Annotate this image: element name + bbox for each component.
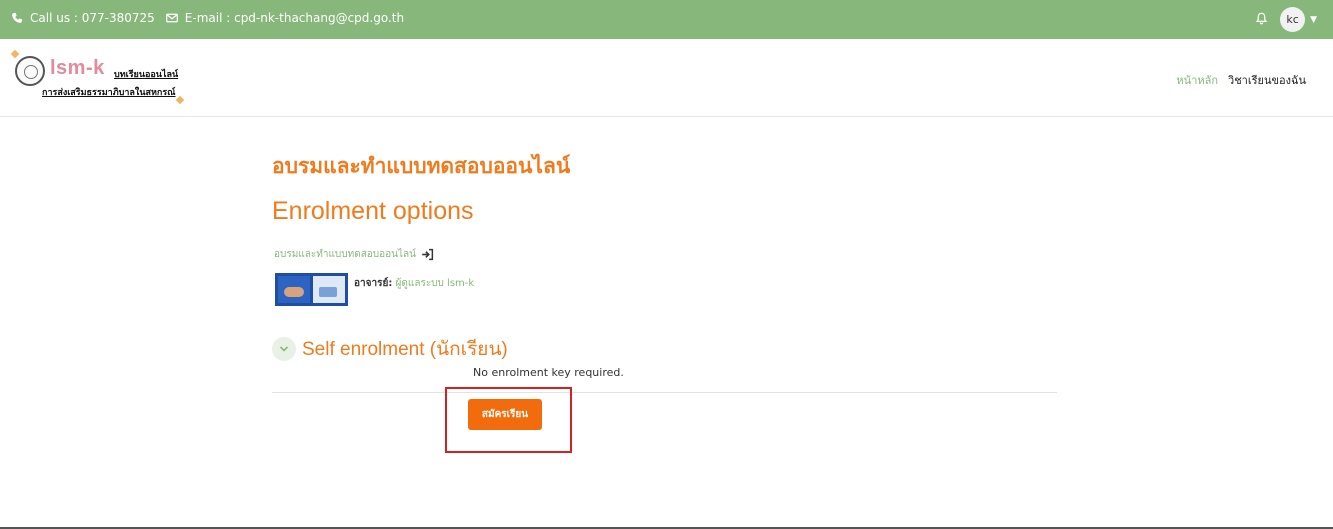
teacher-label: อาจารย์:	[354, 278, 393, 289]
logo-tagline: การส่งเสริมธรรมาภิบาลในสหกรณ์	[42, 88, 176, 98]
course-link[interactable]: อบรมและทำแบบทดสอบออนไลน์	[274, 247, 434, 262]
chevron-down-icon[interactable]: ▼	[1310, 15, 1317, 25]
site-logo[interactable]: lsm-k บทเรียนออนไลน์ การส่งเสริมธรรมาภิบ…	[10, 49, 192, 106]
nav-my-courses[interactable]: วิชาเรียนของฉัน	[1228, 71, 1306, 89]
course-link-label[interactable]: อบรมและทำแบบทดสอบออนไลน์	[274, 247, 416, 262]
sparkle-icon	[175, 95, 185, 105]
chevron-down-icon[interactable]	[272, 337, 296, 361]
course-title: อบรมและทำแบบทดสอบออนไลน์	[272, 154, 571, 178]
sparkle-icon	[10, 49, 20, 59]
envelope-icon	[165, 11, 179, 25]
divider	[272, 392, 1057, 393]
phone-icon	[10, 11, 24, 25]
user-menu-area: kc ▼	[1255, 7, 1317, 32]
logo-brand: lsm-k	[50, 57, 105, 79]
bell-icon[interactable]	[1255, 12, 1268, 28]
site-header: lsm-k บทเรียนออนไลน์ การส่งเสริมธรรมาภิบ…	[0, 39, 1333, 117]
user-avatar[interactable]: kc	[1280, 7, 1306, 32]
self-enrolment-header: Self enrolment (นักเรียน)	[272, 334, 508, 364]
section-title: Self enrolment (นักเรียน)	[302, 339, 508, 360]
course-teacher: อาจารย์: ผู้ดูแลระบบ lsm-k	[354, 276, 474, 291]
page-title: Enrolment options	[272, 197, 474, 225]
contact-info: Call us : 077-380725 E-mail : cpd-nk-tha…	[10, 11, 404, 25]
nav-home[interactable]: หน้าหลัก	[1176, 71, 1218, 89]
top-contact-bar: Call us : 077-380725 E-mail : cpd-nk-tha…	[0, 0, 1333, 39]
email-text: E-mail : cpd-nk-thachang@cpd.go.th	[184, 11, 405, 25]
main-nav: หน้าหลัก วิชาเรียนของฉัน	[1176, 71, 1306, 89]
no-key-notice: No enrolment key required.	[473, 366, 624, 379]
logo-subtitle: บทเรียนออนไลน์	[114, 70, 179, 80]
teacher-name-link[interactable]: ผู้ดูแลระบบ lsm-k	[396, 278, 475, 289]
highlight-box	[445, 387, 572, 453]
course-image	[275, 273, 348, 306]
sign-in-icon	[421, 248, 434, 261]
seal-emblem-icon	[15, 56, 45, 86]
phone-text: Call us : 077-380725	[30, 11, 155, 25]
